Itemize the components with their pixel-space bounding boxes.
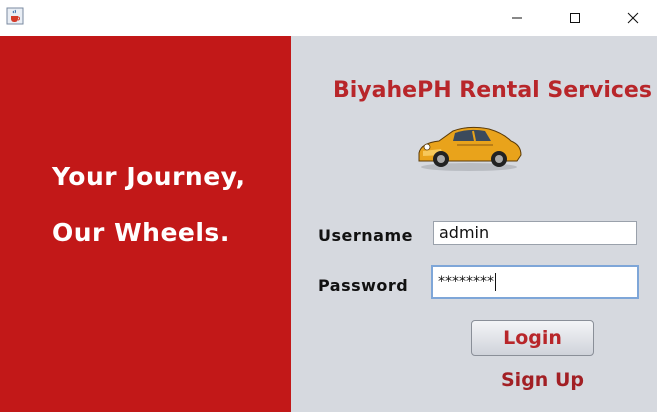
close-icon (627, 9, 639, 28)
sign-up-link[interactable]: Sign Up (501, 369, 584, 391)
window-titlebar (0, 0, 657, 36)
maximize-button[interactable] (552, 0, 598, 36)
minimize-button[interactable] (494, 0, 540, 36)
text-caret (495, 273, 496, 291)
car-icon (413, 123, 525, 173)
java-cup-icon (6, 7, 24, 25)
close-button[interactable] (610, 0, 656, 36)
tagline-line-2: Our Wheels. (52, 218, 230, 247)
username-input[interactable]: admin (433, 221, 637, 245)
hero-panel: Your Journey, Our Wheels. (0, 36, 291, 412)
password-masked-value: ******** (438, 274, 494, 290)
brand-title: BiyahePH Rental Services (333, 78, 652, 103)
tagline-line-1: Your Journey, (52, 162, 246, 191)
login-panel: BiyahePH Rental Services Username admin … (291, 36, 657, 412)
password-label: Password (318, 276, 409, 295)
maximize-icon (569, 9, 581, 28)
username-label: Username (318, 226, 413, 245)
login-button[interactable]: Login (471, 320, 594, 356)
password-input[interactable]: ******** (431, 265, 639, 299)
minimize-icon (511, 9, 523, 28)
